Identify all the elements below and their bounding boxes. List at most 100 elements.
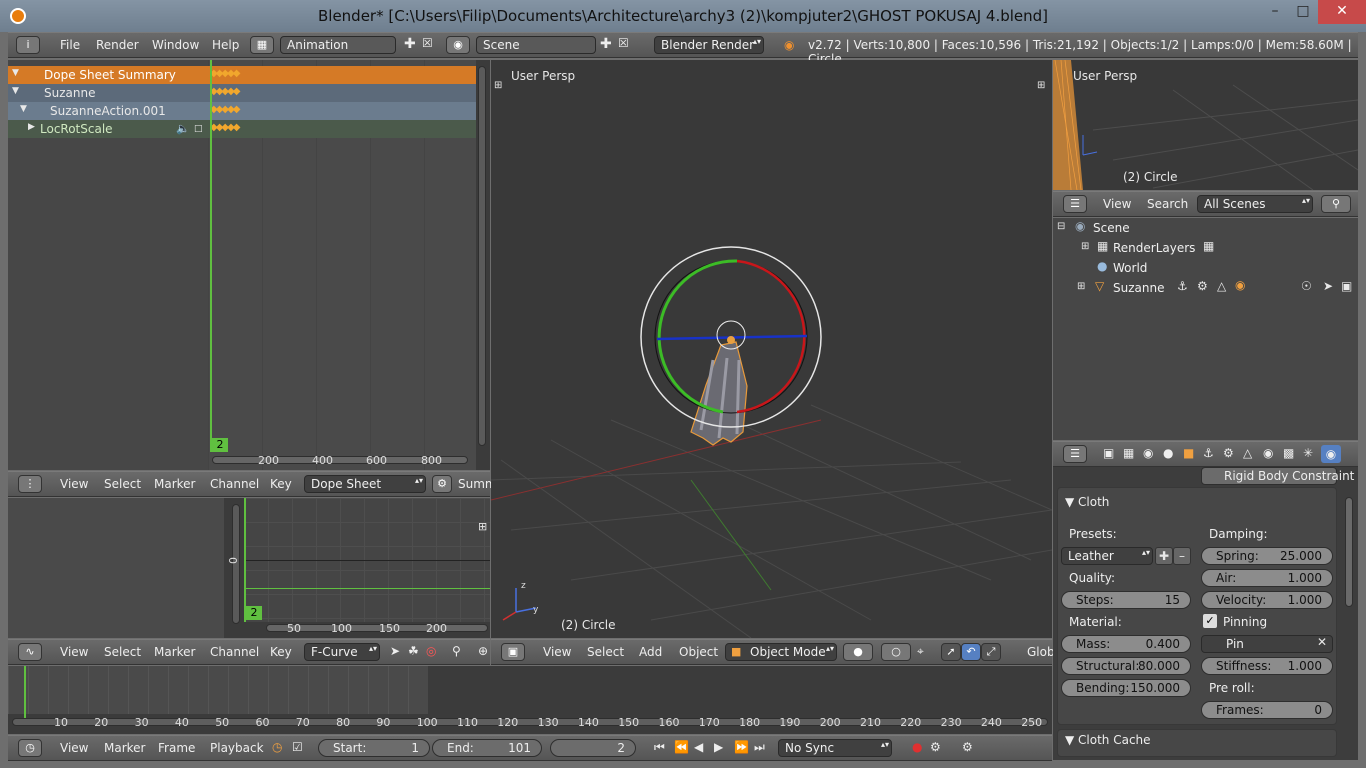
cursor-icon[interactable]: ➤ (390, 644, 400, 658)
outliner-search-icon[interactable]: ⚲ (1321, 195, 1351, 213)
add-scene-icon[interactable]: ✚ (600, 36, 612, 52)
velocity-field[interactable]: Velocity: 1.000 (1201, 591, 1333, 609)
jump-end-icon[interactable]: ⏭ (754, 740, 765, 755)
prev-keyframe-icon[interactable]: ⏪ (674, 740, 689, 754)
viewport-corner-plus-icon[interactable]: ⊞ (1037, 80, 1045, 91)
timeline-menu-frame[interactable]: Frame (158, 741, 195, 755)
translate-manipulator-icon[interactable]: ➚ (941, 643, 961, 661)
structural-field[interactable]: Structural: 80.000 (1061, 657, 1191, 675)
collapse-triangle-icon[interactable]: ▶ (28, 122, 35, 132)
mass-field[interactable]: Mass: 0.400 (1061, 635, 1191, 653)
menu-select[interactable]: Select (104, 477, 141, 491)
layout-field[interactable]: Animation (280, 36, 396, 54)
render-tab-icon[interactable]: ▣ (1103, 446, 1114, 460)
rigid-body-constraint-button[interactable]: Rigid Body Constraint (1201, 467, 1354, 485)
channel-row-summary[interactable]: Dope Sheet Summary (8, 66, 476, 84)
cloth-panel-title[interactable]: ▼ Cloth (1065, 495, 1109, 509)
keyframe-diamonds[interactable]: ◆◆◆◆◆ (210, 122, 240, 133)
modifiers-tab-icon[interactable]: ⚙ (1223, 446, 1234, 460)
remove-layout-icon[interactable]: ☒ (422, 36, 433, 50)
3d-viewport[interactable]: z y User Persp (2) Circle ⊞ ⊞ (491, 60, 1052, 638)
pin-group-field[interactable]: Pin (1201, 635, 1333, 653)
viewport-shading-icon[interactable]: ● (843, 643, 873, 661)
add-preset-icon[interactable]: ✚ (1155, 547, 1173, 565)
menu-file[interactable]: File (60, 38, 80, 52)
keyframe-diamonds[interactable]: ◆◆◆◆◆ (210, 104, 240, 115)
physics-tab-icon[interactable]: ◉ (1321, 445, 1341, 463)
visibility-eye-icon[interactable]: ☉ (1301, 279, 1312, 293)
summary-icon[interactable]: ⚙ (432, 475, 452, 493)
editor-type-info-icon[interactable]: i (16, 36, 40, 54)
pivot-icon[interactable]: ⊕ (478, 644, 488, 658)
menu-help[interactable]: Help (212, 38, 239, 52)
graph-scroll-v[interactable] (232, 504, 240, 624)
layout-icon[interactable]: ▦ (250, 36, 274, 54)
playhead-line[interactable] (210, 60, 212, 452)
viewport-corner-plus-icon[interactable]: ⊞ (494, 80, 502, 91)
graph-frame-badge[interactable]: 2 (246, 606, 262, 620)
constraints-tab-icon[interactable]: ⚓ (1203, 446, 1214, 460)
preset-select[interactable]: Leather (1061, 547, 1153, 565)
channel-row-object[interactable]: Suzanne (8, 84, 476, 102)
menu-key[interactable]: Key (270, 645, 292, 659)
bending-field[interactable]: Bending: 150.000 (1061, 679, 1191, 697)
graph-plus-icon[interactable]: ⊞ (478, 520, 487, 533)
maximize-button[interactable]: □ (1286, 0, 1320, 24)
material-tab-icon[interactable]: ◉ (1263, 446, 1273, 460)
properties-scrollbar[interactable] (1345, 497, 1353, 607)
graph-mode-select[interactable]: F-Curve (304, 643, 380, 661)
editor-type-graph-icon[interactable]: ∿ (18, 643, 42, 661)
steps-field[interactable]: Steps: 15 (1061, 591, 1191, 609)
expand-triangle-icon[interactable]: ▼ (20, 104, 27, 114)
texture-tab-icon[interactable]: ▩ (1283, 446, 1294, 460)
render-engine-select[interactable]: Blender Render (654, 36, 764, 54)
spring-field[interactable]: Spring: 25.000 (1201, 547, 1333, 565)
timeline-menu-marker[interactable]: Marker (104, 741, 145, 755)
pin-group-clear-icon[interactable]: ✕ (1317, 635, 1327, 649)
object-mode-select[interactable]: Object Mode (725, 643, 837, 661)
timeline[interactable]: 10 20 30 40 50 60 70 80 90 100 110 120 130 140 150 160 1… (8, 666, 1052, 734)
menu-key[interactable]: Key (270, 477, 292, 491)
playhead-frame-badge[interactable]: 2 (212, 438, 228, 452)
transform-orientation[interactable]: Glob (1027, 645, 1055, 659)
sync-mode-select[interactable]: No Sync (778, 739, 892, 757)
play-reverse-icon[interactable]: ◀ (694, 740, 703, 754)
outliner-item-scene[interactable]: Scene (1093, 221, 1130, 235)
editor-type-dopesheet-icon[interactable]: ⋮ (18, 475, 42, 493)
outliner-item-suzanne[interactable]: Suzanne (1113, 281, 1164, 295)
preview-range-icon[interactable]: ◷ (272, 740, 282, 754)
keying-set-add-icon[interactable]: ⚙ (962, 740, 973, 754)
outliner-item-renderlayers[interactable]: RenderLayers (1113, 241, 1195, 255)
close-button[interactable]: ✕ (1318, 0, 1366, 24)
graph-curve[interactable] (244, 588, 490, 589)
jump-start-icon[interactable]: ⏮ (654, 740, 665, 755)
menu-view[interactable]: View (60, 645, 88, 659)
menu-marker[interactable]: Marker (154, 645, 195, 659)
mini-viewport[interactable]: User Persp (2) Circle (1053, 60, 1358, 190)
channel-row-action[interactable]: SuzanneAction.001 (8, 102, 476, 120)
expand-renderlayers-icon[interactable]: ⊞ (1081, 241, 1089, 252)
selectability-cursor-icon[interactable]: ➤ (1323, 279, 1333, 293)
timeline-menu-playback[interactable]: Playback (210, 741, 264, 755)
pivot-point-icon[interactable]: ○ (881, 643, 911, 661)
air-field[interactable]: Air: 1.000 (1201, 569, 1333, 587)
editor-type-properties-icon[interactable]: ☰ (1063, 445, 1087, 463)
expand-triangle-icon[interactable]: ▼ (12, 68, 19, 78)
menu-window[interactable]: Window (152, 38, 199, 52)
editor-type-3d-icon[interactable]: ▣ (501, 643, 525, 661)
menu-view[interactable]: View (60, 477, 88, 491)
lock-range-icon[interactable]: ☑ (292, 740, 303, 754)
collapse-scene-icon[interactable]: ⊟ (1057, 221, 1065, 232)
scene-icon[interactable]: ◉ (446, 36, 470, 54)
ghost-icon[interactable]: ☘ (408, 644, 419, 658)
record-icon[interactable]: ● (912, 740, 922, 754)
renderability-camera-icon[interactable]: ▣ (1341, 279, 1352, 293)
menu-channel[interactable]: Channel (210, 477, 259, 491)
manipulator-toggle-icon[interactable]: ⌖ (917, 644, 924, 659)
menu-select[interactable]: Select (104, 645, 141, 659)
pinning-label[interactable]: Pinning (1223, 615, 1267, 629)
outliner-item-world[interactable]: World (1113, 261, 1147, 275)
target-icon[interactable]: ◎ (426, 644, 436, 658)
outliner-filter-select[interactable]: All Scenes (1197, 195, 1313, 213)
dopesheet-mode-select[interactable]: Dope Sheet (304, 475, 426, 493)
